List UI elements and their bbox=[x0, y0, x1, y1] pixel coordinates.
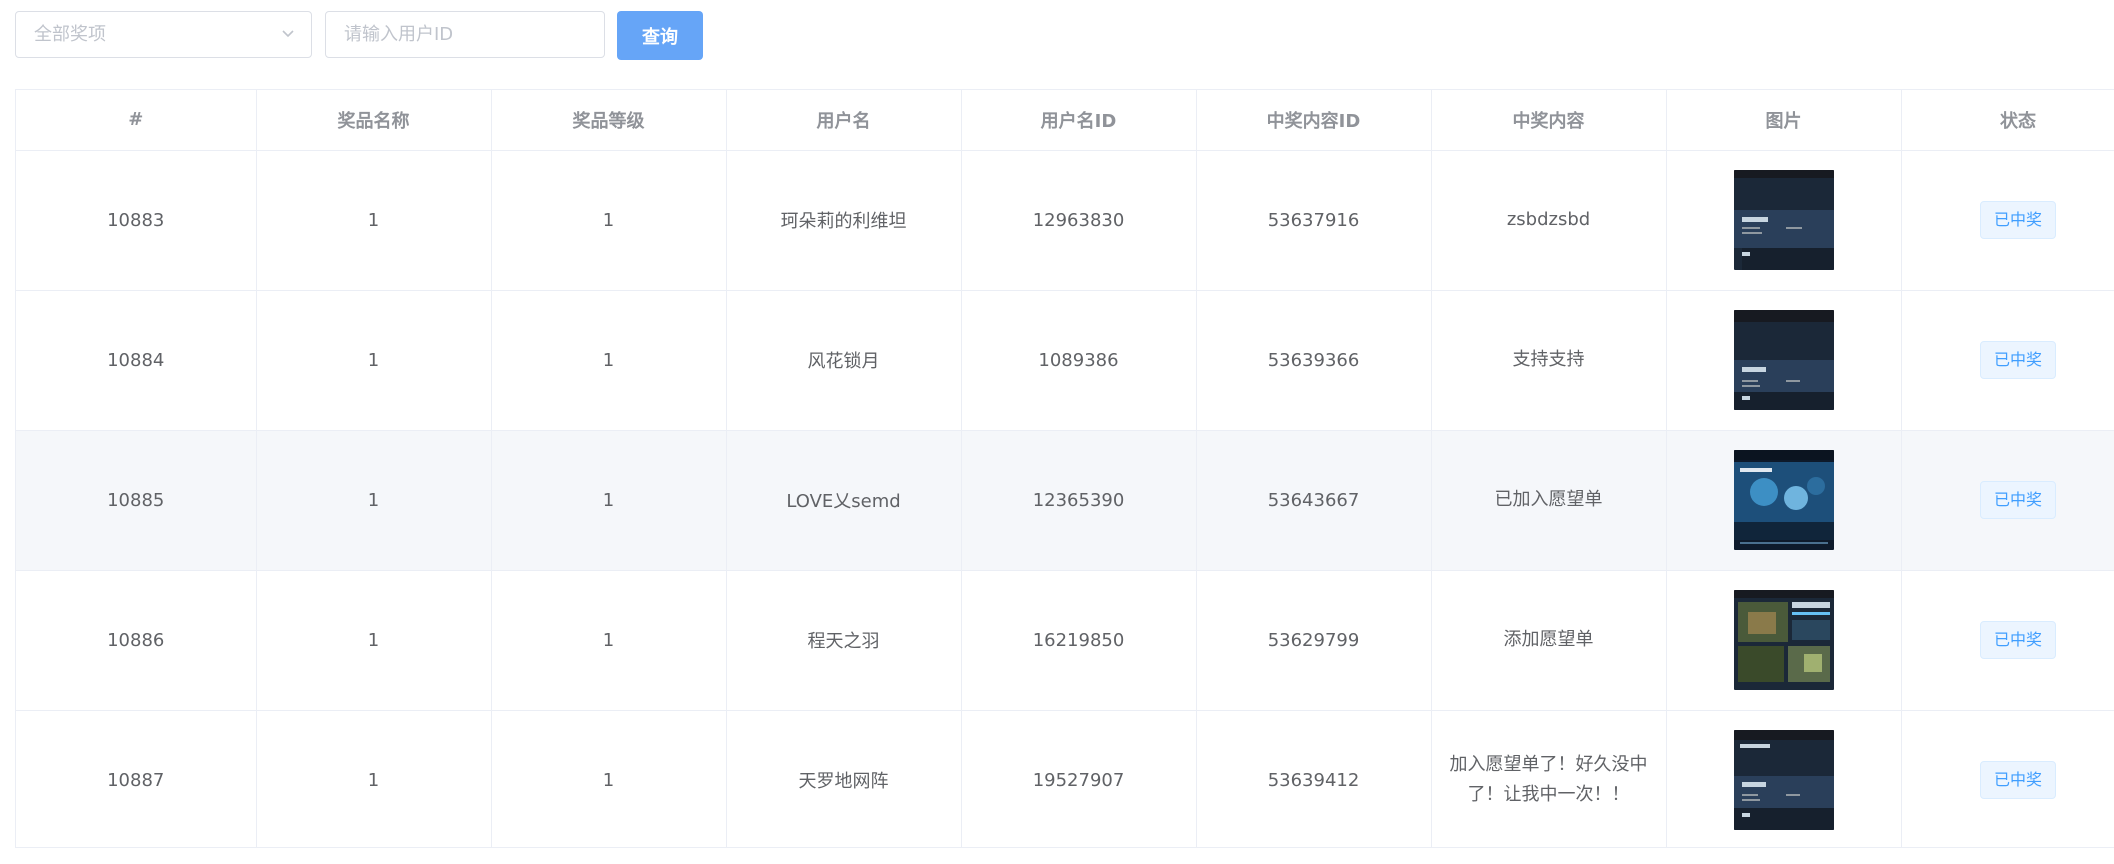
cell-content: 支持支持 bbox=[1431, 290, 1667, 431]
cell-prize-name: 1 bbox=[256, 570, 492, 711]
cell-image bbox=[1666, 570, 1902, 711]
cell-image bbox=[1666, 150, 1902, 291]
cell-content-id: 53637916 bbox=[1196, 150, 1432, 291]
table-row[interactable]: 10887 1 1 天罗地网阵 19527907 53639412 加入愿望单了… bbox=[16, 710, 2114, 847]
cell-user-id: 1089386 bbox=[961, 290, 1197, 431]
screenshot-thumbnail-icon[interactable] bbox=[1733, 170, 1834, 270]
cell-index: 10885 bbox=[16, 430, 257, 571]
cell-content: zsbdzsbd bbox=[1431, 150, 1667, 291]
cell-status: 已中奖 bbox=[1901, 150, 2114, 291]
cell-user-id: 19527907 bbox=[961, 710, 1197, 847]
table-header-row: # 奖品名称 奖品等级 用户名 用户名ID 中奖内容ID 中奖内容 图片 状态 bbox=[16, 90, 2114, 151]
cell-prize-name: 1 bbox=[256, 290, 492, 431]
screenshot-thumbnail-icon[interactable] bbox=[1733, 450, 1834, 550]
column-header-user-id: 用户名ID bbox=[961, 90, 1197, 151]
cell-user-id: 12963830 bbox=[961, 150, 1197, 291]
cell-content: 已加入愿望单 bbox=[1431, 430, 1667, 571]
cell-user-id: 16219850 bbox=[961, 570, 1197, 711]
prize-select-placeholder: 全部奖项 bbox=[34, 24, 106, 45]
cell-username: LOVE乂semd bbox=[726, 430, 962, 571]
winners-table: # 奖品名称 奖品等级 用户名 用户名ID 中奖内容ID 中奖内容 图片 状态 … bbox=[15, 89, 2114, 848]
column-header-index: # bbox=[16, 90, 257, 151]
cell-username: 天罗地网阵 bbox=[726, 710, 962, 847]
status-badge: 已中奖 bbox=[1979, 621, 2056, 659]
table-row[interactable]: 10883 1 1 珂朵莉的利维坦 12963830 53637916 zsbd… bbox=[16, 150, 2114, 291]
cell-content-id: 53639412 bbox=[1196, 710, 1432, 847]
cell-image bbox=[1666, 290, 1902, 431]
cell-status: 已中奖 bbox=[1901, 570, 2114, 711]
column-header-username: 用户名 bbox=[726, 90, 962, 151]
cell-prize-name: 1 bbox=[256, 710, 492, 847]
column-header-content: 中奖内容 bbox=[1431, 90, 1667, 151]
cell-prize-level: 1 bbox=[491, 710, 727, 847]
status-badge: 已中奖 bbox=[1979, 761, 2056, 799]
cell-content-id: 53629799 bbox=[1196, 570, 1432, 711]
cell-user-id: 12365390 bbox=[961, 430, 1197, 571]
cell-prize-level: 1 bbox=[491, 150, 727, 291]
cell-index: 10887 bbox=[16, 710, 257, 847]
cell-image bbox=[1666, 430, 1902, 571]
cell-prize-level: 1 bbox=[491, 570, 727, 711]
cell-content-id: 53639366 bbox=[1196, 290, 1432, 431]
column-header-prize-level: 奖品等级 bbox=[491, 90, 727, 151]
user-id-input[interactable] bbox=[325, 11, 605, 58]
screenshot-thumbnail-icon[interactable] bbox=[1733, 310, 1834, 410]
column-header-image: 图片 bbox=[1666, 90, 1902, 151]
screenshot-thumbnail-icon[interactable] bbox=[1733, 590, 1834, 690]
cell-content: 加入愿望单了！好久没中了！让我中一次！！ bbox=[1431, 710, 1667, 847]
cell-status: 已中奖 bbox=[1901, 430, 2114, 571]
column-header-content-id: 中奖内容ID bbox=[1196, 90, 1432, 151]
cell-prize-name: 1 bbox=[256, 430, 492, 571]
table-row[interactable]: 10884 1 1 风花锁月 1089386 53639366 支持支持 已中奖 bbox=[16, 290, 2114, 431]
cell-index: 10886 bbox=[16, 570, 257, 711]
status-badge: 已中奖 bbox=[1979, 341, 2056, 379]
cell-prize-name: 1 bbox=[256, 150, 492, 291]
prize-select[interactable]: 全部奖项 bbox=[15, 11, 312, 58]
cell-status: 已中奖 bbox=[1901, 710, 2114, 847]
cell-image bbox=[1666, 710, 1902, 847]
cell-content: 添加愿望单 bbox=[1431, 570, 1667, 711]
cell-username: 珂朵莉的利维坦 bbox=[726, 150, 962, 291]
cell-prize-level: 1 bbox=[491, 290, 727, 431]
cell-prize-level: 1 bbox=[491, 430, 727, 571]
status-badge: 已中奖 bbox=[1979, 481, 2056, 519]
cell-username: 风花锁月 bbox=[726, 290, 962, 431]
column-header-prize-name: 奖品名称 bbox=[256, 90, 492, 151]
cell-status: 已中奖 bbox=[1901, 290, 2114, 431]
table-row[interactable]: 10885 1 1 LOVE乂semd 12365390 53643667 已加… bbox=[16, 430, 2114, 571]
screenshot-thumbnail-icon[interactable] bbox=[1733, 730, 1834, 830]
cell-index: 10883 bbox=[16, 150, 257, 291]
query-button[interactable]: 查询 bbox=[617, 11, 703, 60]
cell-username: 程天之羽 bbox=[726, 570, 962, 711]
column-header-status: 状态 bbox=[1901, 90, 2114, 151]
cell-content-id: 53643667 bbox=[1196, 430, 1432, 571]
table-row[interactable]: 10886 1 1 程天之羽 16219850 53629799 添加愿望单 已… bbox=[16, 570, 2114, 711]
status-badge: 已中奖 bbox=[1979, 201, 2056, 239]
chevron-down-icon bbox=[282, 30, 294, 38]
cell-index: 10884 bbox=[16, 290, 257, 431]
